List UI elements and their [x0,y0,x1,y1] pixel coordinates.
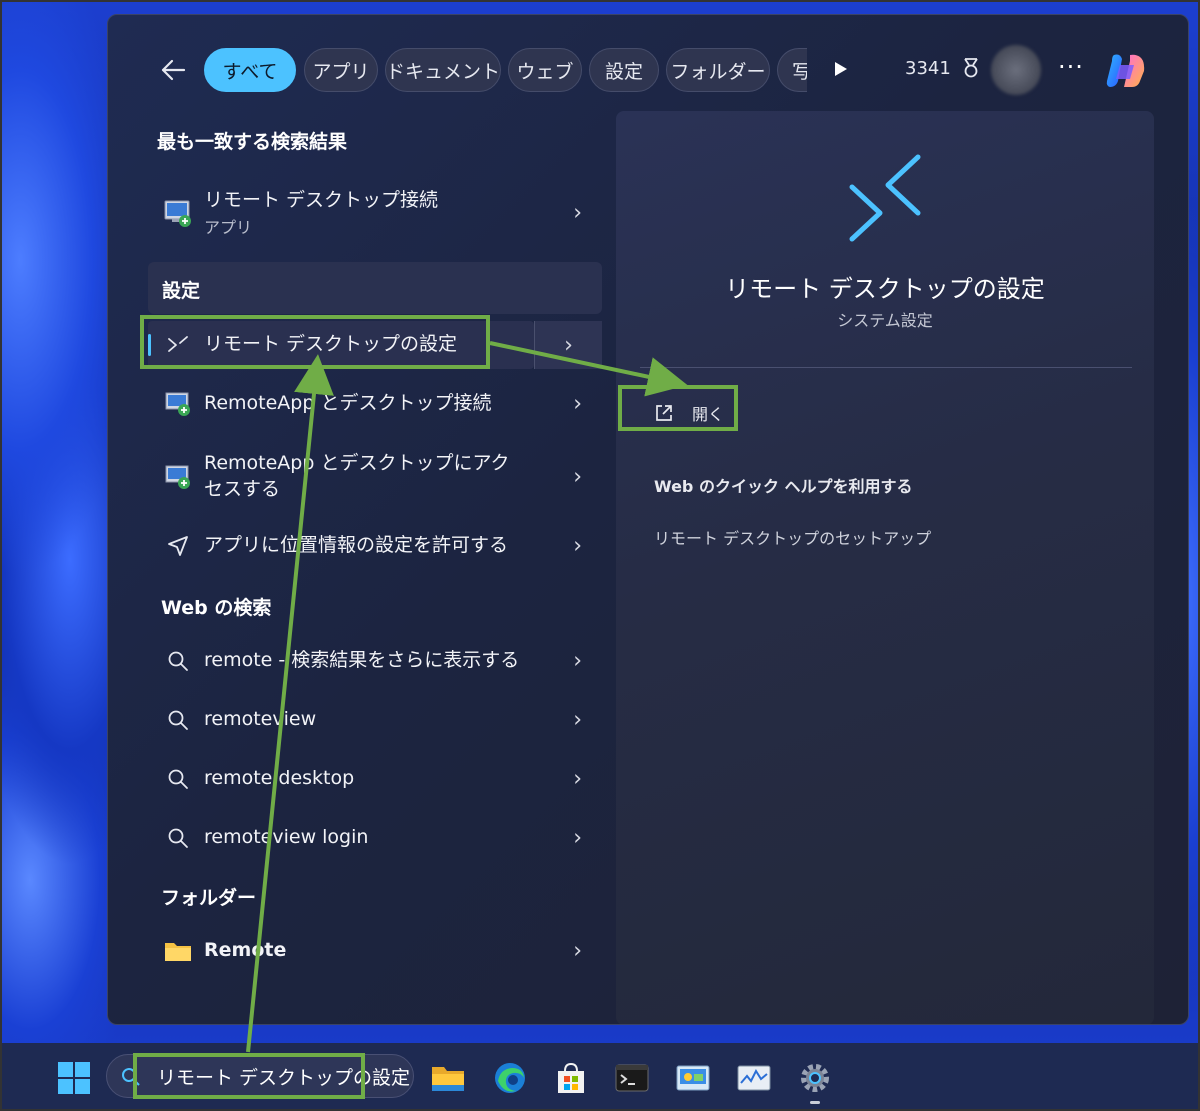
filter-chip-folders[interactable]: フォルダー [666,48,770,92]
running-indicator [810,1101,820,1104]
web-section-title: Web の検索 [161,597,272,619]
web-item[interactable]: remoteview › [148,692,602,748]
chevron-right-icon: › [573,391,582,417]
folder-section-title: フォルダー [161,887,257,909]
chevron-right-icon: › [573,766,582,792]
folder-item[interactable]: Remote › [148,923,602,979]
best-match-heading: 最も一致する検索結果 [157,131,348,153]
settings-item-label: RemoteApp とデスクトップ接続 [204,392,492,415]
settings-item-label: RemoteApp とデスクトップにアクセスする [204,452,510,500]
search-icon [162,645,194,677]
settings-item-remoteapp-connection[interactable]: RemoteApp とデスクトップ接続 › [148,376,602,432]
filter-chip-photos[interactable]: 写 [777,48,807,92]
edge-taskbar-button[interactable] [491,1059,529,1097]
rewards-points[interactable]: 3341 [905,57,981,79]
remote-desktop-settings-icon [844,153,924,251]
filter-chip-apps[interactable]: アプリ [304,48,378,92]
file-explorer-taskbar-button[interactable] [429,1059,467,1097]
web-item[interactable]: remote desktop › [148,751,602,807]
chevron-right-icon: › [573,825,582,851]
web-item-label: remote - 検索結果をさらに表示する [204,649,520,672]
remote-desktop-connection-icon [162,197,194,229]
remoteapp-icon [162,461,194,493]
back-button[interactable] [158,55,188,85]
location-icon [162,530,194,562]
arrow-left-icon [161,59,186,81]
settings-item-remoteapp-access[interactable]: RemoteApp とデスクトップにアクセスする › [148,441,602,513]
store-taskbar-button[interactable] [552,1059,590,1097]
microsoft-store-icon [558,1062,584,1093]
terminal-taskbar-button[interactable] [613,1059,651,1097]
annotation-highlight-setting [140,315,490,369]
control-panel-taskbar-button[interactable] [674,1059,712,1097]
terminal-icon [615,1064,649,1092]
copilot-button[interactable] [1104,51,1148,91]
web-item-label: remote desktop [204,767,355,790]
search-icon [162,704,194,736]
settings-item-expand-button[interactable]: › [534,321,602,369]
detail-pane: リモート デスクトップの設定 システム設定 開く Web のクイック ヘルプを利… [616,111,1154,1024]
setup-action[interactable]: リモート デスクトップのセットアップ [654,525,931,549]
performance-monitor-icon [737,1065,771,1091]
web-help-label: Web のクイック ヘルプを利用する [654,477,913,496]
folder-icon [162,935,194,967]
search-icon [162,822,194,854]
settings-section-header [148,262,602,314]
web-item[interactable]: remote - 検索結果をさらに表示する › [148,633,602,689]
best-match-app-name: リモート デスクトップ接続 [204,189,439,212]
chevron-right-icon: › [573,648,582,674]
avatar[interactable] [991,45,1041,95]
chevron-right-icon: › [564,332,573,358]
scroll-right-button[interactable] [834,61,848,81]
web-item-label: remoteview login [204,826,369,849]
start-button[interactable] [57,1061,91,1095]
filter-chip-all[interactable]: すべて [204,48,296,92]
more-options-button[interactable]: ··· [1058,53,1084,81]
chevron-right-icon: › [573,707,582,733]
setup-label: リモート デスクトップのセットアップ [654,529,932,548]
remoteapp-icon [162,388,194,420]
file-explorer-icon [432,1067,464,1091]
settings-item-location-permission[interactable]: アプリに位置情報の設定を許可する › [148,518,602,574]
settings-item-label: アプリに位置情報の設定を許可する [204,534,509,557]
edge-icon [495,1063,525,1093]
web-item-label: remoteview [204,708,317,731]
web-help-action[interactable]: Web のクイック ヘルプを利用する [654,473,913,497]
points-value: 3341 [905,57,951,79]
detail-subtitle: システム設定 [837,311,933,330]
chevron-right-icon: › [573,533,582,559]
web-item[interactable]: remoteview login › [148,810,602,866]
divider [640,367,1132,368]
filter-chip-documents[interactable]: ドキュメント [385,48,501,92]
folder-item-label: Remote [204,939,287,962]
settings-section-title: 設定 [162,280,201,302]
play-arrow-icon [835,62,847,76]
settings-taskbar-button[interactable] [796,1059,834,1104]
filter-bar: すべて アプリ ドキュメント ウェブ 設定 フォルダー 写 3341 ··· [108,15,1188,115]
chevron-right-icon: › [573,938,582,964]
chevron-right-icon: › [573,464,582,490]
filter-chip-settings[interactable]: 設定 [589,48,659,92]
search-icon [162,763,194,795]
gear-icon [801,1064,829,1092]
best-match-item[interactable]: リモート デスクトップ接続 アプリ › [148,183,602,243]
windows-logo-icon [58,1062,90,1094]
resource-monitor-taskbar-button[interactable] [735,1059,773,1097]
annotation-highlight-search [133,1053,365,1099]
best-match-app-type: アプリ [204,217,253,237]
start-search-panel: すべて アプリ ドキュメント ウェブ 設定 フォルダー 写 3341 ··· [107,14,1189,1025]
chevron-right-icon: › [573,200,582,226]
control-panel-icon [676,1065,710,1091]
copilot-icon [1106,54,1145,87]
filter-chip-web[interactable]: ウェブ [508,48,582,92]
medal-icon [964,58,978,78]
annotation-highlight-open [618,385,738,431]
detail-title: リモート デスクトップの設定 [725,275,1045,303]
